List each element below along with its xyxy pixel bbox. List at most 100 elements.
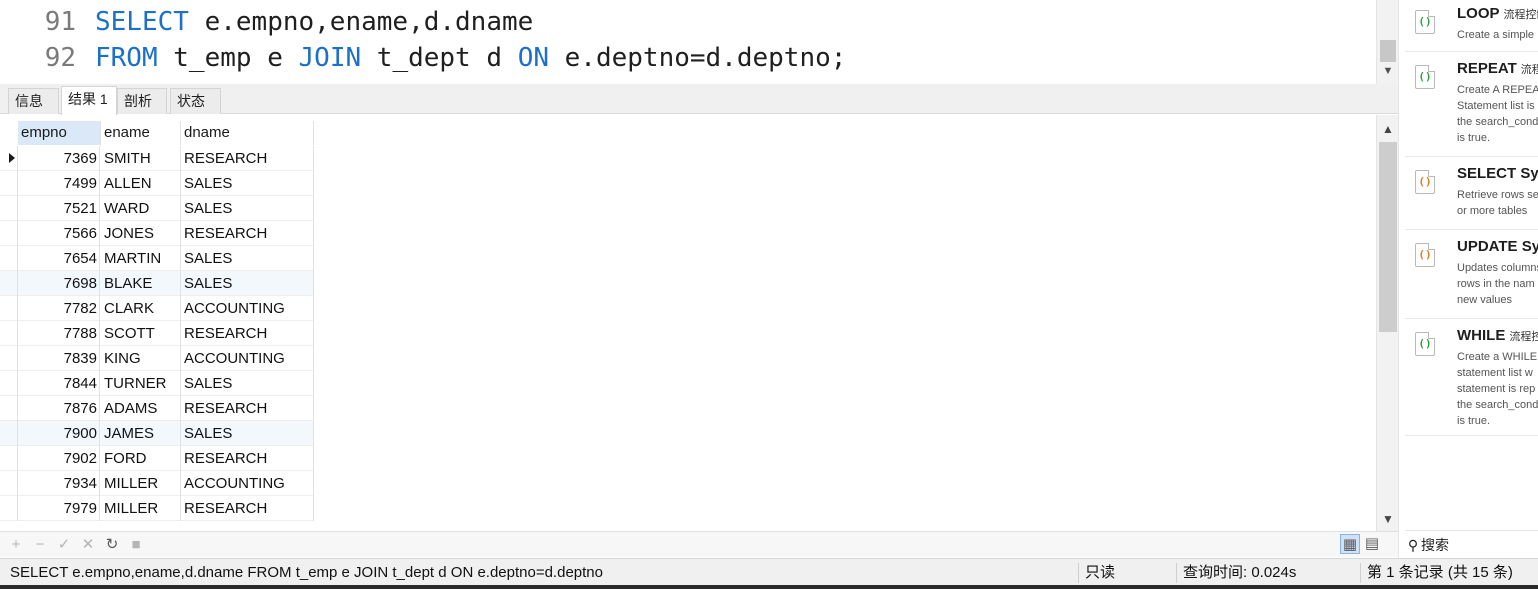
cell-empno[interactable]: 7902 [18, 446, 100, 471]
row-indicator[interactable] [4, 171, 18, 196]
table-row[interactable]: 7844 TURNER SALES [0, 371, 314, 396]
cell-dname[interactable]: SALES [181, 246, 314, 271]
table-row[interactable]: 7900 JAMES SALES [0, 421, 314, 446]
apply-changes-icon[interactable]: ✓ [55, 535, 73, 555]
cell-dname[interactable]: SALES [181, 196, 314, 221]
grid-scrollbar[interactable]: ▲ ▼ [1376, 115, 1398, 531]
table-row[interactable]: 7499 ALLEN SALES [0, 171, 314, 196]
row-indicator[interactable] [4, 196, 18, 221]
cell-ename[interactable]: MARTIN [101, 246, 181, 271]
discard-changes-icon[interactable]: ✕ [79, 535, 97, 555]
grid-scroll-thumb[interactable] [1379, 142, 1397, 332]
cell-empno[interactable]: 7934 [18, 471, 100, 496]
add-record-icon[interactable]: + [7, 535, 25, 555]
grid-view-icon[interactable]: ▦ [1340, 534, 1360, 554]
cell-empno[interactable]: 7979 [18, 496, 100, 521]
cell-ename[interactable]: MILLER [101, 496, 181, 521]
cell-dname[interactable]: ACCOUNTING [181, 296, 314, 321]
editor-scrollbar[interactable]: ▼ [1376, 0, 1398, 84]
row-indicator[interactable] [4, 271, 18, 296]
cell-ename[interactable]: WARD [101, 196, 181, 221]
tab-2[interactable]: 结果 1 [61, 86, 117, 115]
row-indicator[interactable] [4, 296, 18, 321]
cell-dname[interactable]: SALES [181, 421, 314, 446]
sql-editor[interactable]: 91 SELECT e.empno,ename,d.dname 92 FROM t_e… [0, 0, 1376, 84]
row-indicator[interactable] [4, 471, 18, 496]
table-row[interactable]: 7902 FORD RESEARCH [0, 446, 314, 471]
tab-4[interactable]: 状态 [170, 88, 221, 114]
cell-ename[interactable]: CLARK [101, 296, 181, 321]
cell-ename[interactable]: BLAKE [101, 271, 181, 296]
column-header-dname[interactable]: dname [181, 121, 314, 145]
cell-empno[interactable]: 7499 [18, 171, 100, 196]
cell-ename[interactable]: FORD [101, 446, 181, 471]
cell-dname[interactable]: RESEARCH [181, 496, 314, 521]
cell-dname[interactable]: SALES [181, 171, 314, 196]
code-text[interactable]: FROM t_emp e JOIN t_dept d ON e.deptno=d… [95, 40, 846, 76]
tab-3[interactable]: 剖析 [117, 88, 167, 114]
cell-ename[interactable]: MILLER [101, 471, 181, 496]
cell-empno[interactable]: 7788 [18, 321, 100, 346]
scroll-down-arrow-icon[interactable]: ▼ [1381, 64, 1395, 78]
row-indicator[interactable] [4, 246, 18, 271]
row-indicator[interactable] [4, 496, 18, 521]
cell-empno[interactable]: 7900 [18, 421, 100, 446]
table-row[interactable]: 7934 MILLER ACCOUNTING [0, 471, 314, 496]
cell-dname[interactable]: ACCOUNTING [181, 471, 314, 496]
cell-ename[interactable]: SCOTT [101, 321, 181, 346]
cell-dname[interactable]: ACCOUNTING [181, 346, 314, 371]
row-indicator[interactable] [4, 446, 18, 471]
refresh-icon[interactable]: ↻ [103, 535, 121, 555]
cell-dname[interactable]: RESEARCH [181, 446, 314, 471]
cell-empno[interactable]: 7654 [18, 246, 100, 271]
cell-ename[interactable]: TURNER [101, 371, 181, 396]
row-indicator[interactable] [4, 346, 18, 371]
cell-dname[interactable]: RESEARCH [181, 221, 314, 246]
delete-record-icon[interactable]: − [31, 535, 49, 555]
cell-ename[interactable]: ADAMS [101, 396, 181, 421]
table-row[interactable]: 7654 MARTIN SALES [0, 246, 314, 271]
cell-empno[interactable]: 7876 [18, 396, 100, 421]
table-row[interactable]: 7979 MILLER RESEARCH [0, 496, 314, 521]
column-header-ename[interactable]: ename [101, 121, 181, 145]
cell-empno[interactable]: 7698 [18, 271, 100, 296]
form-view-icon[interactable]: ▤ [1362, 534, 1382, 554]
table-row[interactable]: 7782 CLARK ACCOUNTING [0, 296, 314, 321]
stop-icon[interactable]: ■ [127, 535, 145, 555]
table-row[interactable]: 7698 BLAKE SALES [0, 271, 314, 296]
cell-empno[interactable]: 7782 [18, 296, 100, 321]
row-indicator[interactable] [4, 321, 18, 346]
cell-dname[interactable]: RESEARCH [181, 396, 314, 421]
row-indicator[interactable] [4, 396, 18, 421]
cell-empno[interactable]: 7844 [18, 371, 100, 396]
cell-ename[interactable]: JAMES [101, 421, 181, 446]
tab-1[interactable]: 信息 [8, 88, 59, 114]
table-row[interactable]: 7876 ADAMS RESEARCH [0, 396, 314, 421]
code-text[interactable]: SELECT e.empno,ename,d.dname [95, 4, 533, 40]
snippet-item[interactable]: () SELECT Syn Retrieve rows se or more tab… [1405, 160, 1538, 230]
table-row[interactable]: 7788 SCOTT RESEARCH [0, 321, 314, 346]
cell-ename[interactable]: KING [101, 346, 181, 371]
editor-scroll-thumb[interactable] [1380, 40, 1396, 62]
current-row-indicator-icon[interactable] [4, 146, 18, 171]
snippet-item[interactable]: () LOOP流程控制 Create a simple [1405, 0, 1538, 52]
column-header-empno[interactable]: empno [18, 121, 101, 145]
snippet-item[interactable]: () WHILE流程控制 Create a WHILE statement list… [1405, 322, 1538, 436]
cell-ename[interactable]: JONES [101, 221, 181, 246]
table-row[interactable]: 7521 WARD SALES [0, 196, 314, 221]
cell-dname[interactable]: SALES [181, 371, 314, 396]
cell-ename[interactable]: SMITH [101, 146, 181, 171]
table-row[interactable]: 7369 SMITH RESEARCH [0, 146, 314, 171]
cell-ename[interactable]: ALLEN [101, 171, 181, 196]
cell-empno[interactable]: 7369 [18, 146, 100, 171]
scroll-up-arrow-icon[interactable]: ▲ [1380, 121, 1396, 137]
snippet-search[interactable]: ⚲ 搜索 [1405, 530, 1538, 558]
row-indicator[interactable] [4, 371, 18, 396]
snippet-item[interactable]: () REPEAT流程控制 Create A REPEAT Statement li… [1405, 55, 1538, 157]
result-grid[interactable]: empno ename dname 7369 SMITH RESEARCH 7499 ALL… [0, 115, 1376, 531]
cell-dname[interactable]: RESEARCH [181, 321, 314, 346]
cell-empno[interactable]: 7521 [18, 196, 100, 221]
table-row[interactable]: 7839 KING ACCOUNTING [0, 346, 314, 371]
snippet-item[interactable]: () UPDATE Syn Updates columns rows in the … [1405, 233, 1538, 319]
row-indicator[interactable] [4, 421, 18, 446]
